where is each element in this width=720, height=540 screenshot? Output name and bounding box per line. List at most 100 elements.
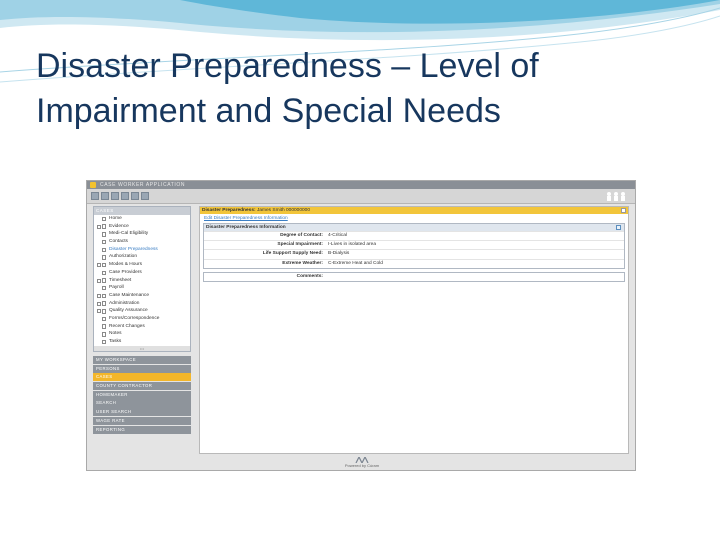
tree-item[interactable]: Forms/Correspondence	[94, 315, 190, 323]
page-icon	[102, 232, 106, 237]
tree-item[interactable]: Authorization	[94, 253, 190, 261]
field-label: Life Support Supply Need:	[262, 251, 323, 257]
info-panel-header: Disaster Preparedness Information	[204, 224, 624, 231]
tree-item-label: Medi-Cal Eligibility	[109, 231, 149, 237]
app-name: CASE WORKER APPLICATION	[100, 182, 186, 188]
refresh-icon[interactable]	[131, 192, 139, 200]
tree-item-label: Administration	[109, 300, 140, 306]
field-label: Extreme Weather:	[282, 260, 323, 266]
info-row: Extreme Weather: C-Extreme Heat and Cold	[204, 258, 624, 268]
expand-icon[interactable]	[97, 301, 101, 306]
nav-item[interactable]: PERSONS	[93, 364, 191, 373]
field-value: B-Dialysis	[328, 251, 350, 257]
slide-title-line-1: Disaster Preparedness – Level of	[36, 47, 539, 85]
tree-item-label: Case Maintenance	[109, 292, 149, 298]
page-title-bar: Disaster Preparedness: James Smith 00000…	[200, 207, 628, 214]
expand-icon[interactable]	[97, 278, 101, 283]
nav-item[interactable]: REPORTING	[93, 425, 191, 434]
tree-item[interactable]: Evidence	[94, 223, 190, 231]
comments-panel: Comments:	[203, 271, 625, 282]
people-icon	[607, 192, 625, 201]
nav-item[interactable]: MY WORKSPACE	[93, 356, 191, 365]
folder-icon	[102, 224, 106, 229]
tree-scroll-handle[interactable]: •••	[94, 346, 190, 351]
page-icon	[102, 324, 106, 329]
tree-item[interactable]: Quality Assurance	[94, 307, 190, 315]
field-label: Special Impairment:	[277, 242, 323, 248]
app-logo-icon	[90, 182, 96, 188]
info-fields: Degree of Contact: 4-Critical Special Impa…	[204, 231, 624, 268]
tree-item-label: Home	[109, 216, 122, 221]
tree-item[interactable]: Tasks	[94, 338, 190, 346]
page-icon	[102, 270, 106, 276]
tree-item-label: Modes & Hours	[109, 262, 143, 268]
tree-item[interactable]: Payroll	[94, 284, 190, 292]
nav-item[interactable]: USER SEARCH	[93, 408, 191, 417]
sidebar: CASES Home Evidence Medi-Cal Eligibility Co…	[93, 206, 191, 464]
tree-item[interactable]: Modes & Hours	[94, 261, 190, 269]
folder-icon	[102, 293, 106, 299]
page-icon	[102, 339, 106, 345]
folder-icon	[102, 278, 106, 283]
field-label: Degree of Contact:	[280, 233, 323, 238]
back-icon[interactable]	[101, 192, 109, 200]
tree-item[interactable]: Recent Changes	[94, 323, 190, 331]
nav-item[interactable]: WAGE RATE	[93, 416, 191, 425]
case-tree: Home Evidence Medi-Cal Eligibility Contacts…	[94, 215, 190, 346]
expand-icon[interactable]	[97, 263, 101, 268]
page-icon	[102, 332, 106, 337]
expand-icon[interactable]	[97, 309, 101, 314]
toolbar	[87, 189, 635, 204]
tree-item-label: Recent Changes	[109, 323, 145, 329]
tree-item-label: Forms/Correspondence	[109, 315, 160, 321]
expand-icon[interactable]	[97, 293, 101, 298]
info-row: Life Support Supply Need: B-Dialysis	[204, 249, 624, 258]
tree-item[interactable]: Notes	[94, 330, 190, 338]
help-icon[interactable]	[141, 192, 149, 200]
slide-title: Disaster Preparedness – Level of Impairm…	[36, 44, 696, 134]
tree-item[interactable]: Medi-Cal Eligibility	[94, 230, 190, 238]
page-icon	[102, 216, 106, 222]
page-icon	[102, 255, 106, 260]
tree-item[interactable]: Home	[94, 215, 190, 223]
tree-item[interactable]: Administration	[94, 300, 190, 308]
tree-item-label: Authorization	[109, 254, 137, 260]
folder-icon	[102, 262, 106, 268]
nav-item[interactable]: CASES	[93, 373, 191, 382]
field-value: I-Lives in isolated area	[328, 242, 376, 248]
expand-icon[interactable]	[97, 224, 101, 229]
comments-label: Comments:	[296, 273, 323, 279]
tree-item-label: Evidence	[109, 223, 129, 229]
tree-item[interactable]: Contacts	[94, 238, 190, 246]
forward-icon[interactable]	[111, 192, 119, 200]
tree-header: CASES	[94, 207, 190, 215]
nav-item[interactable]: COUNTY CONTRACTOR	[93, 382, 191, 391]
folder-icon	[102, 301, 106, 306]
edit-disaster-preparedness-link[interactable]: Edit Disaster Preparedness Information	[200, 214, 628, 223]
tree-item-label: Case Providers	[109, 269, 142, 275]
page-icon	[102, 247, 106, 253]
page-icon	[102, 285, 106, 291]
print-icon[interactable]	[121, 192, 129, 200]
tree-item[interactable]: Timesheet	[94, 277, 190, 285]
info-row: Degree of Contact: 4-Critical	[204, 231, 624, 240]
powered-by-text: Powered by Cúram	[344, 463, 380, 468]
folder-icon	[102, 309, 106, 314]
tree-item[interactable]: Case Providers	[94, 269, 190, 277]
home-icon[interactable]	[91, 192, 99, 200]
tree-item-label: Notes	[109, 331, 122, 337]
info-row: Special Impairment: I-Lives in isolated a…	[204, 240, 624, 249]
help-icon[interactable]	[621, 208, 626, 213]
tree-item-label: Payroll	[109, 285, 124, 291]
tree-item[interactable]: Disaster Preparedness	[94, 246, 190, 254]
tree-item-label: Contacts	[109, 239, 128, 245]
page-title-person: James Smith 000000000	[256, 208, 311, 213]
page-icon	[102, 316, 106, 322]
info-panel-title: Disaster Preparedness Information	[206, 225, 286, 230]
nav-item[interactable]: HOMEMAKER	[93, 390, 191, 399]
tree-item-label: Tasks	[109, 339, 122, 344]
collapse-icon[interactable]	[616, 225, 621, 230]
nav-item[interactable]: SEARCH	[93, 399, 191, 408]
case-tree-panel: CASES Home Evidence Medi-Cal Eligibility Co…	[93, 206, 191, 352]
tree-item[interactable]: Case Maintenance	[94, 292, 190, 300]
